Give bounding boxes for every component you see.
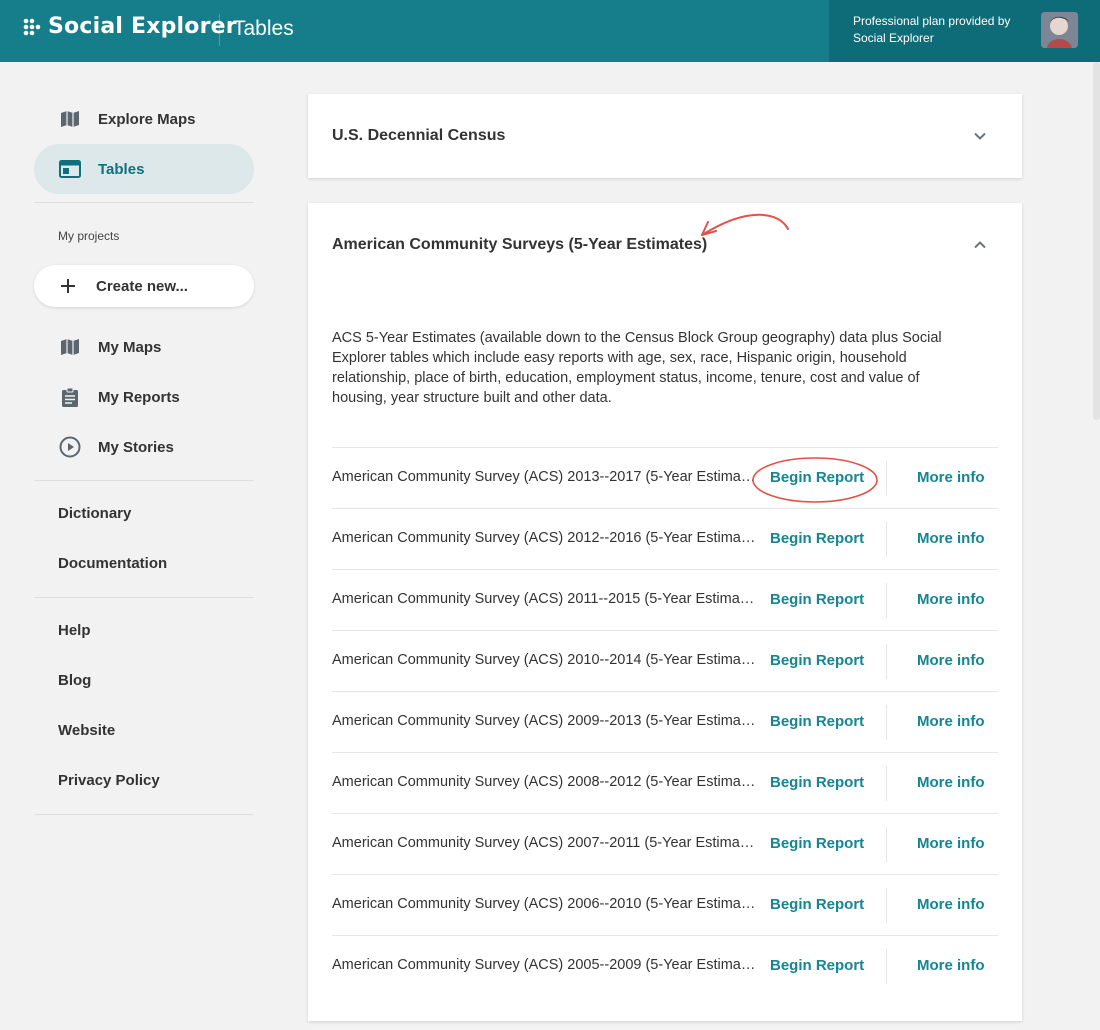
survey-title: American Community Survey (ACS) 2005--20…: [332, 957, 756, 973]
plus-icon: [56, 274, 80, 298]
survey-title: American Community Survey (ACS) 2011--20…: [332, 591, 756, 607]
begin-report-button[interactable]: Begin Report: [770, 652, 864, 669]
create-new-button[interactable]: Create new...: [34, 265, 254, 307]
logo-dots-icon: [23, 18, 41, 35]
begin-report-button[interactable]: Begin Report: [770, 957, 864, 974]
nav-my-reports[interactable]: My Reports: [34, 372, 254, 422]
play-circle-icon: [58, 435, 82, 459]
link-help[interactable]: Help: [58, 622, 91, 639]
sidebar-divider: [34, 814, 254, 815]
more-info-link[interactable]: More info: [917, 835, 985, 852]
sidebar: Explore Maps Tables My projects Create n…: [0, 62, 290, 1030]
more-info-link[interactable]: More info: [917, 591, 985, 608]
nav-label: Tables: [98, 160, 145, 178]
nav-my-stories[interactable]: My Stories: [34, 422, 254, 472]
nav-label: Explore Maps: [98, 110, 196, 128]
survey-title: American Community Survey (ACS) 2008--20…: [332, 774, 756, 790]
link-documentation[interactable]: Documentation: [58, 555, 167, 572]
nav-my-maps[interactable]: My Maps: [34, 322, 254, 372]
table-icon: [58, 157, 82, 181]
avatar-photo-icon: [1041, 12, 1078, 48]
table-row: American Community Survey (ACS) 2013--20…: [332, 447, 998, 508]
row-divider: [886, 827, 887, 862]
row-divider: [886, 461, 887, 496]
more-info-link[interactable]: More info: [917, 652, 985, 669]
survey-title: American Community Survey (ACS) 2006--20…: [332, 896, 756, 912]
link-website[interactable]: Website: [58, 722, 115, 739]
nav-explore-maps[interactable]: Explore Maps: [34, 94, 254, 144]
nav-label: My Reports: [98, 388, 180, 406]
table-row: American Community Survey (ACS) 2011--20…: [332, 569, 998, 630]
begin-report-button[interactable]: Begin Report: [770, 591, 864, 608]
logo-text: Social Explorer: [48, 14, 237, 39]
survey-title: American Community Survey (ACS) 2009--20…: [332, 713, 756, 729]
table-row: American Community Survey (ACS) 2009--20…: [332, 691, 998, 752]
section-title[interactable]: American Community Surveys (5-Year Estim…: [332, 236, 707, 254]
nav-tables[interactable]: Tables: [34, 144, 254, 194]
more-info-link[interactable]: More info: [917, 530, 985, 547]
begin-report-button[interactable]: Begin Report: [770, 774, 864, 791]
app-header: Social Explorer Tables Professional plan…: [0, 0, 1100, 62]
begin-report-button[interactable]: Begin Report: [770, 469, 864, 486]
nav-label: My Stories: [98, 438, 174, 456]
table-row: American Community Survey (ACS) 2005--20…: [332, 935, 998, 996]
row-divider: [886, 583, 887, 618]
row-divider: [886, 522, 887, 557]
table-row: American Community Survey (ACS) 2012--20…: [332, 508, 998, 569]
more-info-link[interactable]: More info: [917, 896, 985, 913]
table-row: American Community Survey (ACS) 2008--20…: [332, 752, 998, 813]
begin-report-button[interactable]: Begin Report: [770, 530, 864, 547]
header-divider: [219, 14, 220, 46]
sidebar-divider: [34, 597, 254, 598]
row-divider: [886, 766, 887, 801]
link-dictionary[interactable]: Dictionary: [58, 505, 131, 522]
user-avatar[interactable]: [1041, 12, 1078, 48]
sidebar-divider: [34, 480, 254, 481]
section-decennial-census[interactable]: U.S. Decennial Census: [308, 94, 1022, 178]
projects-caption: My projects: [58, 229, 120, 243]
create-new-label: Create new...: [96, 277, 188, 295]
survey-title: American Community Survey (ACS) 2007--20…: [332, 835, 756, 851]
page-scrollbar[interactable]: [1093, 62, 1100, 420]
begin-report-button[interactable]: Begin Report: [770, 713, 864, 730]
account-area[interactable]: Professional plan provided by Social Exp…: [829, 0, 1100, 62]
table-row: American Community Survey (ACS) 2007--20…: [332, 813, 998, 874]
table-row: American Community Survey (ACS) 2006--20…: [332, 874, 998, 935]
row-divider: [886, 705, 887, 740]
survey-title: American Community Survey (ACS) 2012--20…: [332, 530, 756, 546]
map-icon: [58, 335, 82, 359]
chevron-up-icon[interactable]: [972, 237, 988, 253]
clipboard-icon: [58, 385, 82, 409]
link-privacy-policy[interactable]: Privacy Policy: [58, 772, 160, 789]
sidebar-divider: [34, 202, 254, 203]
table-row: American Community Survey (ACS) 2010--20…: [332, 630, 998, 691]
begin-report-button[interactable]: Begin Report: [770, 896, 864, 913]
chevron-down-icon[interactable]: [972, 128, 988, 144]
row-divider: [886, 949, 887, 984]
page-title: Tables: [233, 17, 294, 40]
map-icon: [58, 107, 82, 131]
section-acs-5-year: American Community Surveys (5-Year Estim…: [308, 203, 1022, 1021]
survey-title: American Community Survey (ACS) 2010--20…: [332, 652, 756, 668]
plan-info: Professional plan provided by Social Exp…: [853, 14, 1011, 45]
social-explorer-logo[interactable]: Social Explorer: [22, 14, 237, 39]
row-divider: [886, 644, 887, 679]
survey-title: American Community Survey (ACS) 2013--20…: [332, 469, 756, 485]
more-info-link[interactable]: More info: [917, 957, 985, 974]
section-description: ACS 5-Year Estimates (available down to …: [332, 330, 942, 406]
row-divider: [886, 888, 887, 923]
section-title: U.S. Decennial Census: [332, 127, 506, 144]
more-info-link[interactable]: More info: [917, 469, 985, 486]
nav-label: My Maps: [98, 338, 162, 356]
more-info-link[interactable]: More info: [917, 774, 985, 791]
more-info-link[interactable]: More info: [917, 713, 985, 730]
link-blog[interactable]: Blog: [58, 672, 91, 689]
begin-report-button[interactable]: Begin Report: [770, 835, 864, 852]
